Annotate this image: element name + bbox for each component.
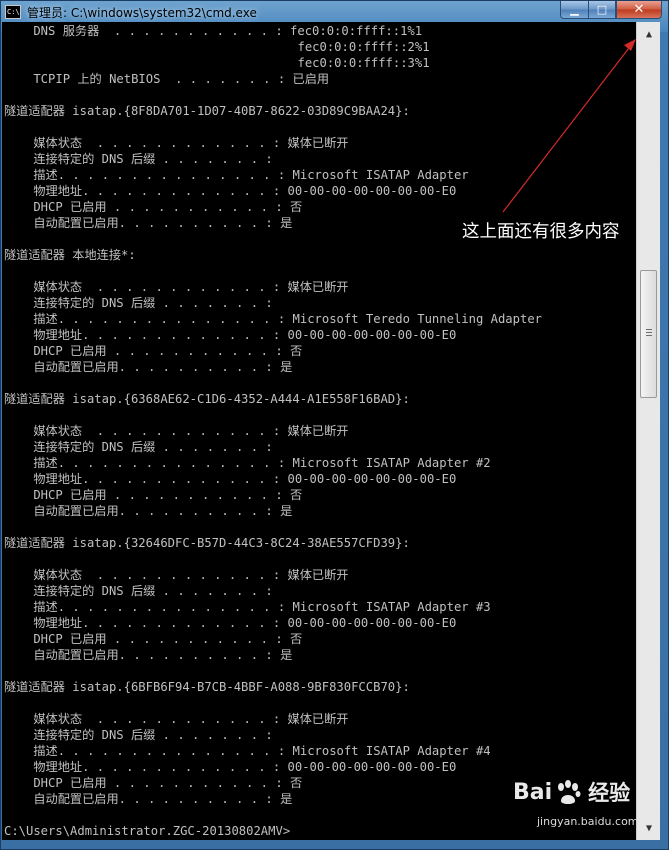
console-line: 描述. . . . . . . . . . . . . . . : Micros…: [4, 600, 491, 614]
console-line: 自动配置已启用. . . . . . . . . . : 是: [4, 792, 293, 806]
console-line: DHCP 已启用 . . . . . . . . . . . : 否: [4, 344, 303, 358]
console-line: 隧道适配器 本地连接*:: [4, 248, 136, 262]
console-line: C:\Users\Administrator.ZGC-20130802AMV>: [4, 824, 291, 838]
console-line: 隧道适配器 isatap.{32646DFC-B57D-44C3-8C24-38…: [4, 536, 410, 550]
console-line: 媒体状态 . . . . . . . . . . . . : 媒体已断开: [4, 424, 349, 438]
console-line: 媒体状态 . . . . . . . . . . . . : 媒体已断开: [4, 712, 349, 726]
console-line: 物理地址. . . . . . . . . . . . . : 00-00-00…: [4, 328, 457, 342]
console-line: fec0:0:0:ffff::2%1: [4, 40, 430, 54]
console-line: 自动配置已启用. . . . . . . . . . : 是: [4, 648, 293, 662]
vertical-scrollbar[interactable]: ▲ ▼: [636, 22, 660, 840]
console-line: 媒体状态 . . . . . . . . . . . . : 媒体已断开: [4, 568, 349, 582]
console-line: 物理地址. . . . . . . . . . . . . : 00-00-00…: [4, 616, 457, 630]
console-line: 隧道适配器 isatap.{8F8DA701-1D07-40B7-8622-03…: [4, 104, 410, 118]
scroll-up-button[interactable]: ▲: [639, 24, 659, 44]
close-button[interactable]: ✕: [616, 1, 662, 19]
console-line: 描述. . . . . . . . . . . . . . . : Micros…: [4, 456, 491, 470]
console-line: 自动配置已启用. . . . . . . . . . : 是: [4, 504, 293, 518]
console-line: 连接特定的 DNS 后缀 . . . . . . . :: [4, 584, 273, 598]
baidu-paw-icon: [558, 780, 581, 804]
console-line: 自动配置已启用. . . . . . . . . . : 是: [4, 216, 293, 230]
minimize-icon: ▁: [570, 3, 579, 16]
console-line: 媒体状态 . . . . . . . . . . . . : 媒体已断开: [4, 280, 349, 294]
title-bar[interactable]: C:\ 管理员: C:\windows\system32\cmd.exe ▁ □…: [1, 1, 668, 23]
console-line: DHCP 已启用 . . . . . . . . . . . : 否: [4, 776, 303, 790]
minimize-button[interactable]: ▁: [560, 1, 588, 19]
grip-line: [646, 332, 652, 333]
grip-line: [646, 335, 652, 336]
baidu-jingyan-watermark: Bai 经验 jingyan.baidu.com: [513, 777, 639, 833]
console-line: DHCP 已启用 . . . . . . . . . . . : 否: [4, 200, 303, 214]
watermark-brand-left: Bai: [513, 779, 553, 805]
scroll-up-icon: ▲: [645, 28, 653, 40]
console-line: 隧道适配器 isatap.{6368AE62-C1D6-4352-A444-A1…: [4, 392, 410, 406]
console-line: 连接特定的 DNS 后缀 . . . . . . . :: [4, 152, 273, 166]
watermark-brand-right: 经验: [588, 781, 631, 805]
watermark-url: jingyan.baidu.com: [537, 815, 639, 828]
console-line: 连接特定的 DNS 后缀 . . . . . . . :: [4, 440, 273, 454]
scroll-down-icon: ▼: [645, 822, 653, 834]
annotation-text: 这上面还有很多内容: [462, 222, 620, 242]
cmd-app-icon[interactable]: C:\: [5, 5, 21, 19]
console-line: 隧道适配器 isatap.{6BFB6F94-B7CB-4BBF-A088-9B…: [4, 680, 410, 694]
console-line: 媒体状态 . . . . . . . . . . . . : 媒体已断开: [4, 136, 349, 150]
console-line: DHCP 已启用 . . . . . . . . . . . : 否: [4, 488, 303, 502]
watermark-brand: Bai 经验: [513, 777, 630, 807]
console-line: 描述. . . . . . . . . . . . . . . : Micros…: [4, 168, 469, 182]
console-line: 描述. . . . . . . . . . . . . . . : Micros…: [4, 312, 542, 326]
console-output[interactable]: DNS 服务器 . . . . . . . . . . . : fec0:0:0…: [2, 22, 636, 840]
console-line: DNS 服务器 . . . . . . . . . . . : fec0:0:0…: [4, 24, 423, 38]
console-line: 连接特定的 DNS 后缀 . . . . . . . :: [4, 728, 273, 742]
grip-line: [646, 329, 652, 330]
console-line: DHCP 已启用 . . . . . . . . . . . : 否: [4, 632, 303, 646]
console-line: 自动配置已启用. . . . . . . . . . : 是: [4, 360, 293, 374]
console-line: 物理地址. . . . . . . . . . . . . : 00-00-00…: [4, 184, 457, 198]
console-line: 描述. . . . . . . . . . . . . . . : Micros…: [4, 744, 491, 758]
window-title: 管理员: C:\windows\system32\cmd.exe: [27, 5, 257, 20]
maximize-button[interactable]: □: [588, 1, 616, 19]
console-line: 物理地址. . . . . . . . . . . . . : 00-00-00…: [4, 760, 457, 774]
console-line: 连接特定的 DNS 后缀 . . . . . . . :: [4, 296, 273, 310]
console-line: TCPIP 上的 NetBIOS . . . . . . . : 已启用: [4, 72, 330, 86]
window-controls: ▁ □ ✕: [560, 1, 662, 19]
scrollbar-thumb[interactable]: [640, 270, 657, 398]
console-line: fec0:0:0:ffff::3%1: [4, 56, 430, 70]
console-line: 物理地址. . . . . . . . . . . . . : 00-00-00…: [4, 472, 457, 486]
close-icon: ✕: [633, 2, 645, 17]
scroll-down-button[interactable]: ▼: [639, 818, 659, 838]
maximize-icon: □: [596, 3, 608, 16]
